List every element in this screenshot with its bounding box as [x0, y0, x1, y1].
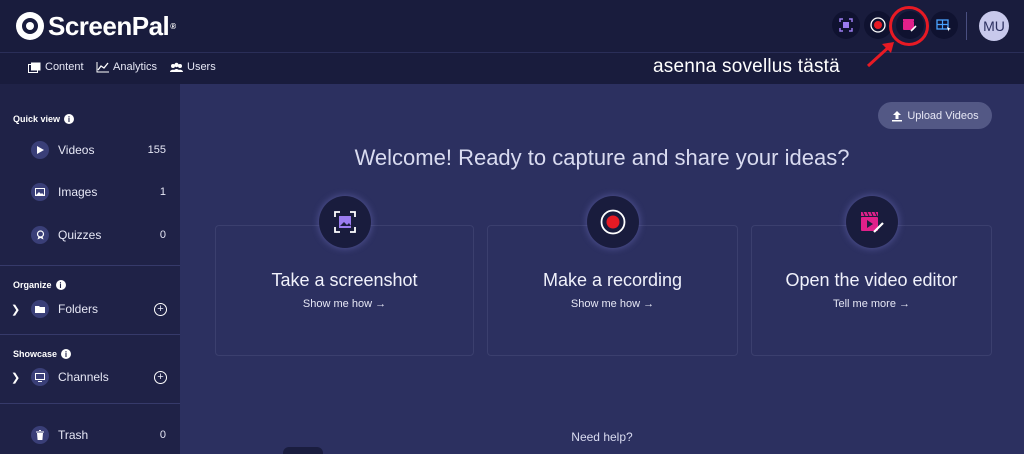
add-folder-icon[interactable]: +	[154, 302, 167, 316]
card-title: Open the video editor	[785, 270, 958, 290]
nav-users[interactable]: Users	[170, 61, 216, 73]
toolbar-divider	[966, 12, 967, 40]
nav-content[interactable]: Content	[28, 61, 84, 73]
screenshot-tool-button[interactable]	[832, 11, 860, 39]
video-editor-icon	[861, 211, 884, 233]
sidebar: Quick view i Videos 155 Images 1 Quizzes…	[0, 84, 180, 454]
nav-content-label: Content	[45, 61, 84, 73]
sidebar-divider	[0, 334, 180, 335]
folder-icon	[31, 300, 49, 318]
play-icon	[31, 141, 49, 159]
nav-analytics-label: Analytics	[113, 61, 158, 73]
user-avatar[interactable]: MU	[979, 11, 1009, 41]
image-icon	[31, 183, 49, 201]
sidebar-item-count: 0	[159, 229, 166, 241]
upload-icon	[892, 110, 903, 121]
record-icon	[600, 209, 626, 235]
sidebar-item-count: 1	[159, 186, 166, 198]
organize-heading: Organize i	[13, 280, 66, 290]
nav-users-label: Users	[187, 61, 216, 73]
annotation-text: asenna sovellus tästä	[653, 56, 840, 77]
screenshot-icon	[839, 18, 853, 32]
sidebar-item-label: Folders	[58, 302, 99, 316]
card-title: Make a recording	[542, 270, 683, 290]
sidebar-item-label: Images	[58, 185, 98, 199]
sidebar-item-channels[interactable]: ❯ Channels +	[0, 365, 180, 389]
sidebar-item-label: Channels	[58, 370, 109, 384]
logo-mark-icon	[16, 12, 44, 40]
bottom-tab	[283, 447, 323, 454]
sidebar-item-count: 0	[159, 429, 166, 441]
annotation-arrow-icon	[866, 42, 894, 68]
record-tool-button[interactable]	[864, 11, 892, 39]
card-link[interactable]: Show me how →	[215, 298, 474, 310]
sidebar-item-videos[interactable]: Videos 155	[0, 138, 180, 162]
analytics-icon	[96, 61, 109, 72]
chevron-right-icon[interactable]: ❯	[11, 303, 20, 316]
need-help-link[interactable]: Need help?	[180, 430, 1024, 444]
sidebar-item-label: Quizzes	[58, 228, 102, 242]
record-icon	[870, 17, 886, 33]
card-title: Take a screenshot	[271, 270, 418, 290]
add-channel-icon[interactable]: +	[154, 370, 167, 384]
sidebar-item-count: 155	[147, 144, 166, 156]
card-screenshot-icon-wrap[interactable]	[319, 196, 371, 248]
sidebar-item-label: Videos	[58, 143, 95, 157]
quiz-icon	[31, 226, 49, 244]
showcase-heading: Showcase i	[13, 349, 72, 359]
quick-view-title: Quick view	[13, 114, 61, 124]
sidebar-item-images[interactable]: Images 1	[0, 180, 180, 204]
showcase-title: Showcase	[13, 349, 58, 359]
card-recording-icon-wrap[interactable]	[587, 196, 639, 248]
sidebar-item-folders[interactable]: ❯ Folders +	[0, 297, 180, 321]
sidebar-item-quizzes[interactable]: Quizzes 0	[0, 223, 180, 247]
content-icon	[28, 62, 41, 73]
upload-videos-label: Upload Videos	[907, 109, 979, 122]
welcome-heading: Welcome! Ready to capture and share your…	[354, 145, 850, 170]
quick-view-heading: Quick view i	[13, 114, 75, 124]
organize-title: Organize	[13, 280, 52, 290]
sidebar-item-trash[interactable]: Trash 0	[0, 423, 180, 447]
info-icon[interactable]: i	[64, 114, 75, 124]
app-name: ScreenPal	[48, 10, 170, 41]
app-logo[interactable]: ScreenPal ®	[16, 10, 176, 42]
card-video-editor-icon-wrap[interactable]	[846, 196, 898, 248]
screen-grid-tool-button[interactable]	[930, 11, 958, 39]
channel-icon	[31, 368, 49, 386]
trash-icon	[31, 426, 49, 444]
nav-analytics[interactable]: Analytics	[96, 61, 157, 73]
sidebar-item-label: Trash	[58, 428, 89, 442]
screenshot-icon	[334, 211, 356, 233]
info-icon[interactable]: i	[55, 280, 66, 290]
upload-videos-button[interactable]: Upload Videos	[878, 102, 992, 129]
sidebar-divider	[0, 403, 180, 404]
users-icon	[170, 62, 183, 72]
info-icon[interactable]: i	[61, 349, 72, 359]
card-link[interactable]: Tell me more →	[751, 298, 992, 310]
chevron-right-icon[interactable]: ❯	[11, 371, 20, 384]
card-link[interactable]: Show me how →	[487, 298, 738, 310]
sidebar-divider	[0, 265, 180, 266]
registered-mark: ®	[170, 21, 176, 31]
screen-grid-icon	[936, 19, 951, 32]
